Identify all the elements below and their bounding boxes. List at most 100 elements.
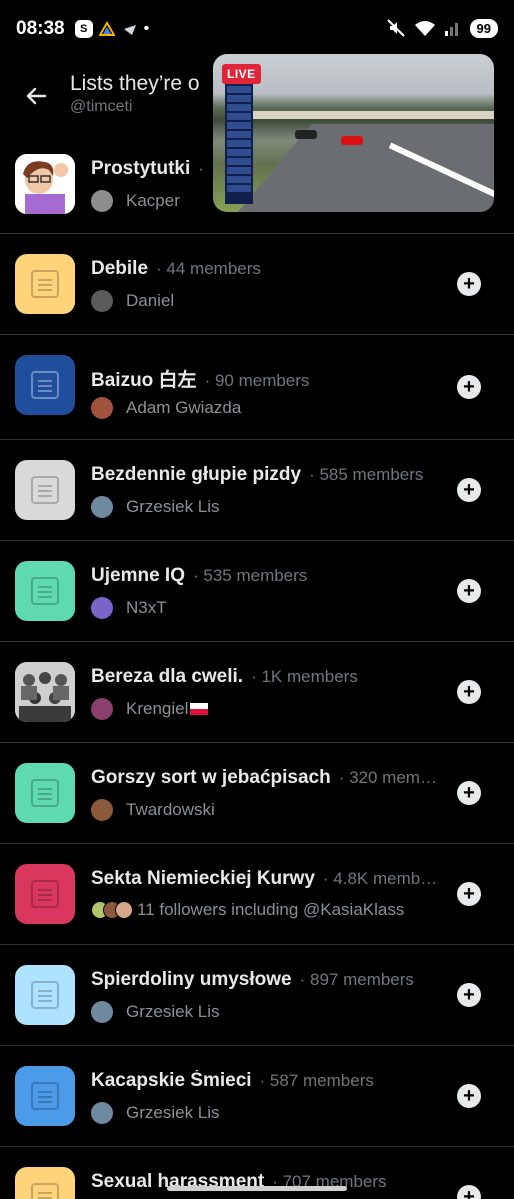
list-row[interactable]: Ujemne IQ · 535 members N3xT + — [0, 541, 514, 642]
list-document-icon — [31, 577, 59, 605]
list-avatar — [15, 864, 75, 924]
owner-name: Grzesiek Lis — [126, 1103, 220, 1122]
add-to-list-button[interactable]: + — [457, 983, 481, 1007]
list-document-icon — [31, 371, 59, 399]
list-document-icon — [31, 981, 59, 1009]
owner-avatar — [91, 190, 113, 212]
list-name: Bereza dla cweli. — [91, 666, 244, 687]
lists-container: Prostytutki · Kacper Debile · 44 members Dani… — [0, 134, 514, 1199]
list-owner: Grzesiek Lis — [91, 1102, 220, 1124]
list-avatar — [15, 561, 75, 621]
list-name: Bezdennie głupie pizdy — [91, 464, 302, 485]
poland-flag-icon — [190, 703, 209, 715]
list-title-line: Gorszy sort w jebaćpisach · 320 members — [91, 767, 441, 789]
signal-icon — [444, 23, 458, 36]
arrow-left-icon — [26, 87, 47, 105]
back-button[interactable] — [18, 78, 54, 114]
owner-name: 11 followers including @KasiaKlass — [137, 900, 405, 919]
plus-icon: + — [463, 479, 475, 501]
list-row[interactable]: Baizuo 白左 · 90 members Adam Gwiazda + — [0, 335, 514, 440]
owner-avatar — [91, 799, 113, 821]
member-count: · — [198, 159, 204, 178]
app-notification-icon: S — [74, 20, 93, 38]
home-indicator[interactable] — [167, 1186, 347, 1191]
owner-avatar — [91, 290, 113, 312]
list-avatar — [15, 965, 75, 1025]
owner-avatar — [91, 496, 113, 518]
member-count: · 585 members — [309, 465, 424, 484]
race-leaderboard — [225, 84, 253, 204]
add-to-list-button[interactable]: + — [457, 579, 481, 603]
list-title-line: Bezdennie głupie pizdy · 585 members — [91, 464, 441, 486]
status-bar: 08:38 S • 99 — [0, 0, 514, 58]
list-name: Baizuo 白左 — [91, 370, 197, 391]
battery-indicator: 99 — [469, 18, 498, 38]
owner-name: N3xT — [126, 598, 167, 617]
wifi-icon — [414, 21, 435, 36]
owner-avatar — [91, 397, 113, 419]
list-row[interactable]: Gorszy sort w jebaćpisach · 320 members Tw… — [0, 743, 514, 844]
add-to-list-button[interactable]: + — [457, 781, 481, 805]
list-avatar — [15, 254, 75, 314]
list-owner: Twardowski — [91, 799, 215, 821]
system-icons: 99 — [386, 18, 498, 38]
list-avatar — [15, 763, 75, 823]
owner-avatar — [91, 597, 113, 619]
list-name: Gorszy sort w jebaćpisach — [91, 767, 331, 788]
list-document-icon — [31, 1183, 59, 1199]
plus-icon: + — [463, 1085, 475, 1107]
owner-name: Twardowski — [126, 800, 215, 819]
list-row[interactable]: Bezdennie głupie pizdy · 585 members Grzes… — [0, 440, 514, 541]
list-title-line: Kacapskie Śmieci · 587 members — [91, 1070, 441, 1092]
list-name: Kacapskie Śmieci — [91, 1070, 252, 1091]
add-to-list-button[interactable]: + — [457, 375, 481, 399]
follower-avatars — [91, 901, 133, 919]
member-count: · 587 members — [259, 1071, 374, 1090]
group-photo-image — [15, 662, 75, 722]
plus-icon: + — [463, 681, 475, 703]
list-document-icon — [31, 880, 59, 908]
plus-icon: + — [463, 984, 475, 1006]
more-notifications-dot: • — [143, 20, 150, 37]
member-count: · 4.8K members — [322, 869, 441, 888]
owner-name: Grzesiek Lis — [126, 497, 220, 516]
list-avatar — [15, 460, 75, 520]
list-row[interactable]: Sexual harassment · 707 members + — [0, 1147, 514, 1199]
notification-icons: S • — [74, 20, 150, 38]
list-row[interactable]: Spierdoliny umysłowe · 897 members Grzesie… — [0, 945, 514, 1046]
plus-icon: + — [463, 1186, 475, 1199]
list-document-icon — [31, 779, 59, 807]
list-name: Spierdoliny umysłowe — [91, 969, 292, 990]
list-avatar — [15, 154, 75, 214]
list-row[interactable]: Bereza dla cweli. · 1K members Krengiel + — [0, 642, 514, 743]
add-to-list-button[interactable]: + — [457, 478, 481, 502]
list-document-icon — [31, 270, 59, 298]
race-car — [341, 136, 363, 145]
list-owner: Daniel — [91, 290, 174, 312]
add-to-list-button[interactable]: + — [457, 680, 481, 704]
add-to-list-button[interactable]: + — [457, 1084, 481, 1108]
list-name: Ujemne IQ — [91, 565, 185, 586]
owner-avatar — [91, 1001, 113, 1023]
member-count: · 1K members — [251, 667, 358, 686]
list-row[interactable]: Sekta Niemieckiej Kurwy · 4.8K members 11 … — [0, 844, 514, 945]
list-avatar — [15, 1167, 75, 1199]
list-owner: N3xT — [91, 597, 167, 619]
live-badge: LIVE — [222, 64, 261, 84]
live-video-pip[interactable]: LIVE — [213, 54, 494, 212]
list-row[interactable]: Kacapskie Śmieci · 587 members Grzesiek Li… — [0, 1046, 514, 1147]
page-title: Lists they’re o — [70, 72, 200, 95]
plus-icon: + — [463, 580, 475, 602]
plus-icon: + — [463, 883, 475, 905]
list-owner: Adam Gwiazda — [91, 397, 241, 419]
cast-icon — [121, 20, 139, 38]
list-row[interactable]: Debile · 44 members Daniel + — [0, 234, 514, 335]
add-to-list-button[interactable]: + — [457, 272, 481, 296]
list-owner: Kacper — [91, 190, 180, 212]
google-home-icon — [98, 20, 116, 38]
list-title-line: Baizuo 白左 · 90 members — [91, 365, 441, 392]
user-handle: @timceti — [70, 98, 133, 115]
owner-avatar — [91, 698, 113, 720]
add-to-list-button[interactable]: + — [457, 1185, 481, 1199]
add-to-list-button[interactable]: + — [457, 882, 481, 906]
